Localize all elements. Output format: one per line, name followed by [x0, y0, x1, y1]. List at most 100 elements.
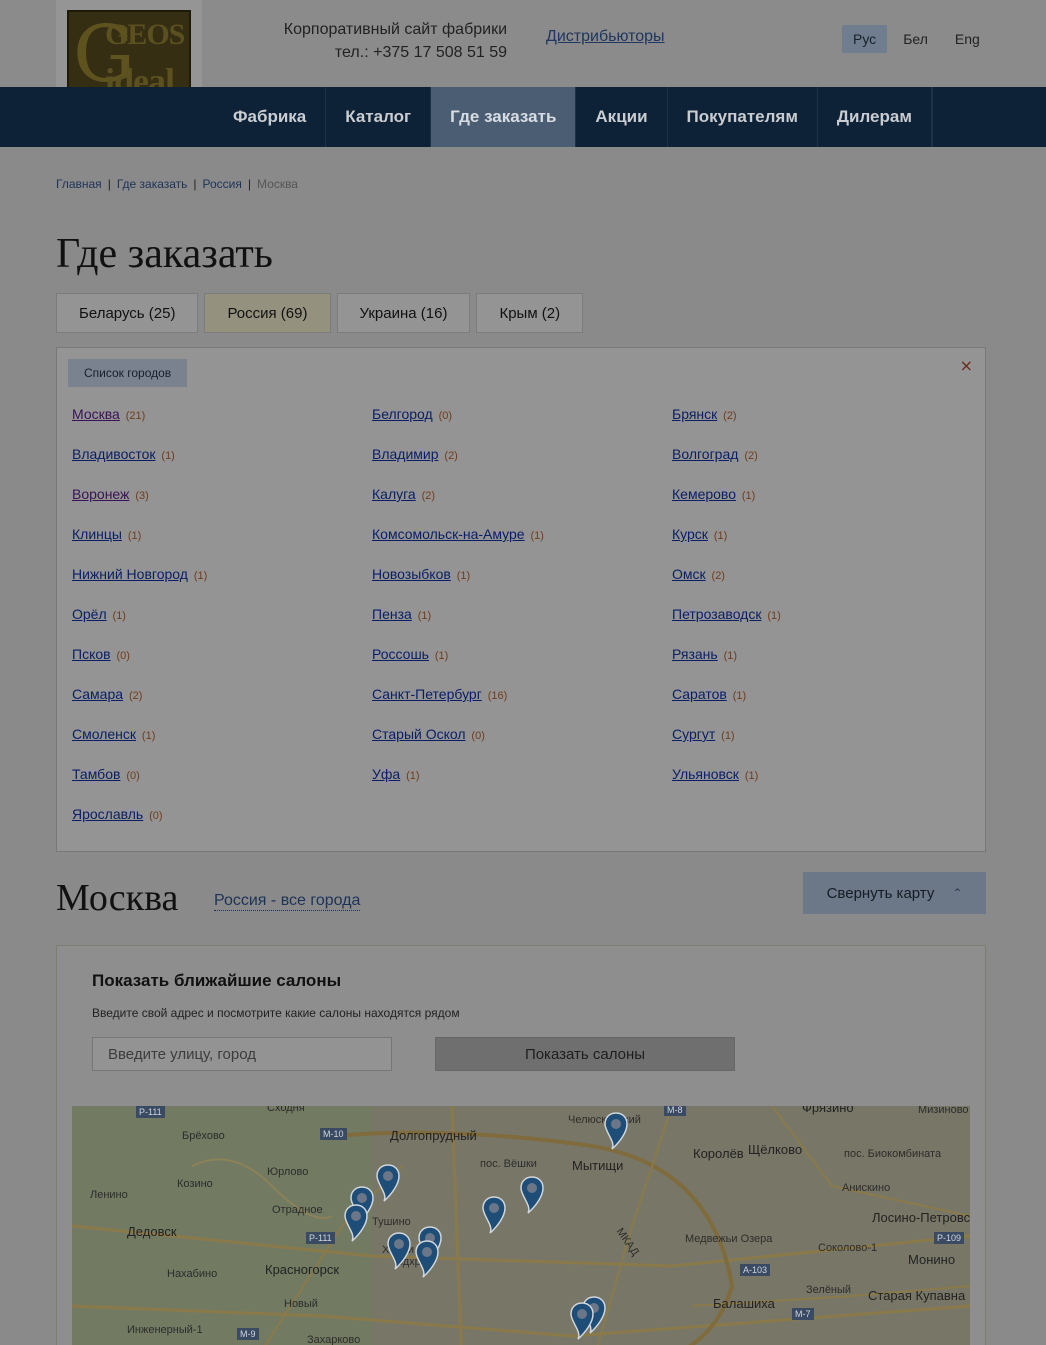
city-count: (0) [149, 810, 163, 822]
logo-text-geos: GEOS [105, 18, 185, 51]
road-sign: P-111 [136, 1106, 165, 1118]
city-item: Комсомольск-на-Амуре (1) [372, 526, 672, 566]
show-salons-button[interactable]: Показать салоны [435, 1037, 735, 1071]
breadcrumb-separator: | [193, 177, 197, 191]
city-link[interactable]: Петрозаводск [672, 606, 761, 622]
city-count: (0) [438, 410, 453, 422]
nav-customers[interactable]: Покупателям [668, 87, 818, 147]
city-link[interactable]: Уфа [372, 766, 400, 782]
map-pin-icon[interactable] [482, 1196, 506, 1234]
map-pin-icon[interactable] [376, 1164, 400, 1202]
city-item: Белгород (0) [372, 406, 672, 446]
city-count: (0) [471, 730, 485, 742]
city-link[interactable]: Клинцы [72, 526, 122, 542]
tab-crimea[interactable]: Крым (2) [476, 293, 584, 333]
city-link[interactable]: Комсомольск-на-Амуре [372, 526, 525, 542]
lang-en[interactable]: Eng [944, 25, 991, 53]
city-row: Клинцы (1) Комсомольск-на-Амуре (1) Курск … [72, 526, 972, 566]
corporate-info: Корпоративный сайт фабрики тел.: +375 17… [230, 18, 507, 64]
address-input-placeholder: Введите улицу, город [108, 1046, 256, 1063]
city-item: Калуга (2) [372, 486, 672, 526]
nav-where-to-order[interactable]: Где заказать [431, 87, 577, 147]
all-cities-link[interactable]: Россия - все города [214, 892, 361, 911]
city-link[interactable]: Старый Оскол [372, 726, 466, 742]
city-link[interactable]: Тамбов [72, 766, 120, 782]
city-count: (1) [744, 770, 759, 782]
map-label: Фрязино [802, 1106, 854, 1115]
city-link[interactable]: Омск [672, 566, 706, 582]
city-count: (1) [721, 730, 735, 742]
map-pin-icon[interactable] [415, 1240, 439, 1278]
breadcrumb: Главная | Где заказать | Россия | Москва [56, 177, 298, 191]
breadcrumb-where[interactable]: Где заказать [117, 177, 188, 191]
city-item: Москва (21) [72, 406, 372, 446]
city-list-label: Список городов [68, 359, 188, 387]
city-count: (2) [128, 690, 143, 702]
nav-factory[interactable]: Фабрика [214, 87, 327, 147]
map-label: Юрлово [267, 1166, 309, 1178]
city-count: (16) [487, 690, 508, 702]
map-label: Ленино [90, 1189, 128, 1201]
city-link[interactable]: Волгоград [672, 446, 738, 462]
city-link[interactable]: Белгород [372, 406, 433, 422]
city-link[interactable]: Пенза [372, 606, 412, 622]
city-link[interactable]: Нижний Новгород [72, 566, 188, 582]
breadcrumb-home[interactable]: Главная [56, 177, 102, 191]
tab-ukraine[interactable]: Украина (16) [336, 293, 471, 333]
map-pin-icon[interactable] [604, 1112, 628, 1150]
city-link[interactable]: Кемерово [672, 486, 736, 502]
city-count: (1) [141, 730, 156, 742]
city-link[interactable]: Брянск [672, 406, 717, 422]
city-link[interactable]: Новозыбков [372, 566, 451, 582]
map-label: Старая Купавна [868, 1288, 966, 1303]
map-label: Нахабино [167, 1268, 218, 1280]
city-link[interactable]: Ярославль [72, 806, 143, 822]
city-item: Новозыбков (1) [372, 566, 672, 606]
city-link[interactable]: Орёл [72, 606, 107, 622]
city-link[interactable]: Смоленск [72, 726, 136, 742]
tab-belarus[interactable]: Беларусь (25) [56, 293, 199, 333]
city-link[interactable]: Самара [72, 686, 123, 702]
nav-promotions[interactable]: Акции [576, 87, 668, 147]
city-link[interactable]: Саратов [672, 686, 727, 702]
lang-be[interactable]: Бел [892, 25, 939, 53]
road-sign: A-103 [740, 1264, 771, 1276]
nav-dealers[interactable]: Дилерам [818, 87, 932, 147]
lang-ru[interactable]: Рус [842, 25, 888, 53]
map-pin-icon[interactable] [344, 1204, 368, 1242]
city-link[interactable]: Санкт-Петербург [372, 686, 482, 702]
city-link[interactable]: Воронеж [72, 486, 129, 502]
city-count: (1) [417, 610, 432, 622]
road-sign: M-7 [792, 1308, 814, 1320]
map-pin-icon[interactable] [570, 1302, 594, 1340]
city-item: Нижний Новгород (1) [72, 566, 372, 606]
close-icon[interactable]: × [960, 356, 973, 375]
city-row: Нижний Новгород (1) Новозыбков (1) Омск (2… [72, 566, 972, 606]
city-link[interactable]: Рязань [672, 646, 718, 662]
map-pin-icon[interactable] [387, 1232, 411, 1270]
breadcrumb-russia[interactable]: Россия [203, 177, 242, 191]
collapse-map-button[interactable]: Свернуть карту ⌃ [803, 872, 986, 914]
city-link[interactable]: Псков [72, 646, 111, 662]
city-link[interactable]: Владимир [372, 446, 439, 462]
map-pin-icon[interactable] [520, 1176, 544, 1214]
tab-russia[interactable]: Россия (69) [204, 293, 331, 333]
city-link[interactable]: Владивосток [72, 446, 156, 462]
country-tabs: Беларусь (25) Россия (69) Украина (16) К… [56, 293, 589, 333]
city-item: Старый Оскол (0) [372, 726, 672, 766]
city-link[interactable]: Сургут [672, 726, 715, 742]
city-title: Москва [56, 877, 179, 919]
city-item: Рязань (1) [672, 646, 972, 686]
nav-catalog[interactable]: Каталог [326, 87, 432, 147]
city-item: Ярославль (0) [72, 806, 381, 846]
city-link[interactable]: Россошь [372, 646, 429, 662]
address-input[interactable]: Введите улицу, город [92, 1037, 392, 1071]
map[interactable]: Сходня Брёхово Долгопрудный Юрлово Ленин… [72, 1106, 970, 1345]
distributors-link[interactable]: Дистрибьюторы [546, 28, 665, 46]
city-count: (1) [741, 490, 756, 502]
city-link[interactable]: Москва [72, 406, 120, 422]
map-label: Анискино [842, 1182, 891, 1194]
city-link[interactable]: Курск [672, 526, 708, 542]
city-link[interactable]: Калуга [372, 486, 416, 502]
city-link[interactable]: Ульяновск [672, 766, 739, 782]
